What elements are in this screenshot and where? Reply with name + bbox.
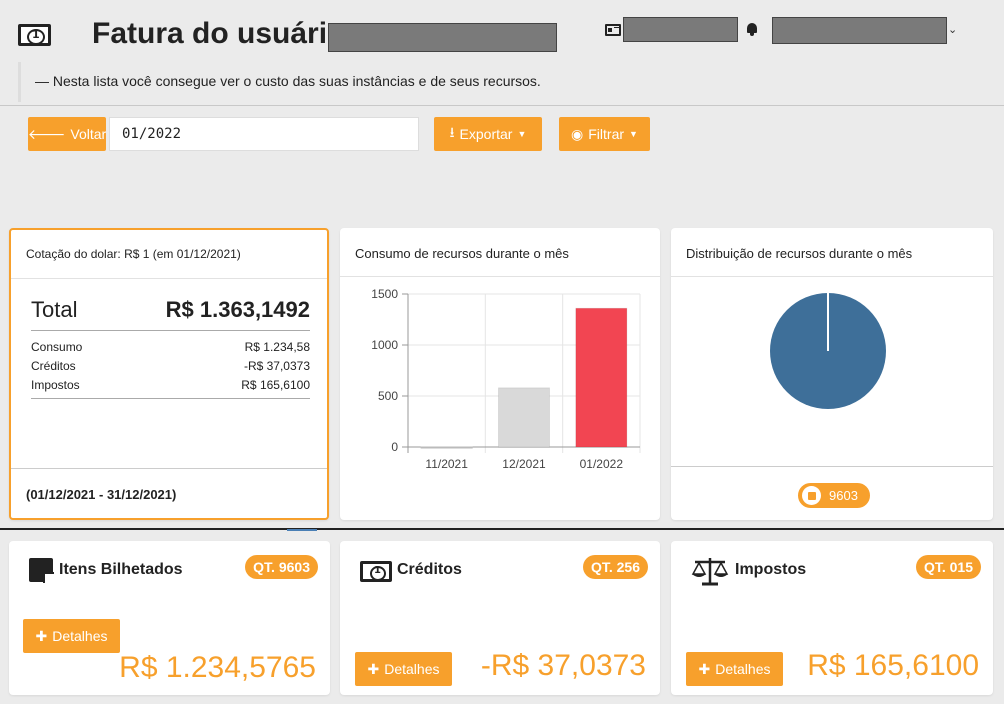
card-amount: R$ 1.234,5765 bbox=[119, 651, 316, 684]
summary-title: Cotação do dolar: R$ 1 (em 01/12/2021) bbox=[11, 230, 327, 279]
note-icon bbox=[29, 558, 54, 583]
pie-legend-badge[interactable]: 9603 bbox=[798, 483, 870, 508]
caret-down-icon: ▼ bbox=[517, 129, 527, 139]
globe-icon: ◉ bbox=[571, 125, 584, 142]
pie-footer-divider bbox=[671, 466, 993, 467]
plus-icon: ✚ bbox=[698, 660, 711, 677]
bell-icon[interactable] bbox=[746, 22, 758, 36]
total-label: Total bbox=[31, 297, 78, 322]
download-icon: ⭳ bbox=[449, 124, 455, 140]
plus-icon: ✚ bbox=[367, 660, 380, 677]
filter-button-label: Filtrar bbox=[588, 126, 625, 142]
summary-row-label: Créditos bbox=[31, 359, 76, 373]
summary-divider bbox=[31, 398, 310, 399]
summary-row-impostos: Impostos R$ 165,6100 bbox=[31, 378, 310, 392]
card-title: Créditos bbox=[397, 561, 462, 578]
filter-button[interactable]: ◉ Filtrar ▼ bbox=[559, 117, 650, 151]
card-impostos: Impostos QT. 015 ✚ Detalhes R$ 165,6100 bbox=[671, 541, 993, 695]
card-title: Impostos bbox=[735, 561, 807, 578]
summary-row-label: Consumo bbox=[31, 340, 83, 354]
consumption-chart-panel: Consumo de recursos durante o mês 0 500 10… bbox=[340, 228, 660, 520]
export-button[interactable]: ⭳ Exportar ▼ bbox=[434, 117, 542, 151]
balance-scale-icon bbox=[691, 558, 729, 586]
x-tick-label: 11/2021 bbox=[425, 457, 468, 471]
x-tick-label: 01/2022 bbox=[580, 457, 624, 471]
consumption-bar-chart: 0 500 1000 1500 11/2021 12/2021 01/2022 bbox=[371, 287, 641, 471]
summary-row-value: -R$ 37,0373 bbox=[243, 359, 310, 373]
total-value: R$ 1.363,1492 bbox=[165, 297, 310, 322]
details-button-label: Detalhes bbox=[715, 661, 771, 677]
redacted-account[interactable] bbox=[623, 17, 738, 42]
plus-icon: ✚ bbox=[35, 627, 48, 644]
header: Fatura do usuário ⌄ — Nesta lista você c… bbox=[0, 0, 1004, 106]
card-itens-bilhetados: Itens Bilhetados QT. 9603 ✚ Detalhes R$ … bbox=[9, 541, 330, 695]
summary-row-value: R$ 1.234,58 bbox=[244, 340, 310, 354]
chevron-down-icon[interactable]: ⌄ bbox=[948, 23, 957, 36]
summary-panel: Cotação do dolar: R$ 1 (em 01/12/2021) T… bbox=[9, 228, 329, 520]
back-button-label: Voltar bbox=[70, 126, 107, 142]
quantity-badge: QT. 9603 bbox=[245, 555, 318, 579]
distribution-chart-title: Distribuição de recursos durante o mês bbox=[671, 228, 993, 277]
money-icon bbox=[360, 561, 392, 582]
page-subtitle: — Nesta lista você consegue ver o custo … bbox=[35, 73, 541, 89]
total-row: Total R$ 1.363,1492 bbox=[31, 297, 310, 331]
summary-row-label: Impostos bbox=[31, 378, 80, 392]
distribution-pie-chart bbox=[770, 293, 886, 409]
y-tick-label: 1000 bbox=[371, 338, 398, 352]
money-bill-icon bbox=[18, 24, 51, 46]
bar bbox=[420, 446, 473, 449]
summary-row-consumo: Consumo R$ 1.234,58 bbox=[31, 340, 310, 354]
divider-accent bbox=[287, 529, 317, 531]
quantity-badge: QT. 256 bbox=[582, 555, 648, 579]
pie-legend-label: 9603 bbox=[829, 488, 858, 503]
card-amount: R$ 165,6100 bbox=[807, 649, 979, 682]
card-creditos: Créditos QT. 256 ✚ Detalhes -R$ 37,0373 bbox=[340, 541, 660, 695]
x-tick-label: 12/2021 bbox=[502, 457, 546, 471]
y-tick-label: 500 bbox=[378, 389, 398, 403]
summary-period: (01/12/2021 - 31/12/2021) bbox=[11, 468, 327, 520]
details-button[interactable]: ✚ Detalhes bbox=[355, 652, 452, 686]
details-button-label: Detalhes bbox=[52, 628, 108, 644]
back-button[interactable]: 🡐 Voltar bbox=[28, 117, 106, 151]
bar bbox=[575, 307, 628, 448]
details-button-label: Detalhes bbox=[384, 661, 440, 677]
quantity-badge: QT. 015 bbox=[915, 555, 981, 579]
id-card-icon[interactable] bbox=[605, 24, 621, 36]
caret-down-icon: ▼ bbox=[629, 129, 638, 139]
section-divider bbox=[0, 528, 1004, 530]
bar bbox=[497, 387, 551, 448]
distribution-chart-panel: Distribuição de recursos durante o mês 9… bbox=[671, 228, 993, 520]
page-title: Fatura do usuário bbox=[92, 17, 346, 50]
card-title: Itens Bilhetados bbox=[59, 561, 183, 578]
details-button[interactable]: ✚ Detalhes bbox=[23, 619, 120, 653]
redacted-user-menu[interactable] bbox=[772, 17, 947, 44]
square-icon bbox=[802, 486, 821, 505]
period-input[interactable]: 01/2022 bbox=[109, 117, 419, 151]
redacted-username bbox=[328, 23, 557, 52]
summary-row-creditos: Créditos -R$ 37,0373 bbox=[31, 359, 310, 373]
consumption-chart-title: Consumo de recursos durante o mês bbox=[340, 228, 660, 277]
summary-row-value: R$ 165,6100 bbox=[241, 378, 310, 392]
details-button[interactable]: ✚ Detalhes bbox=[686, 652, 783, 686]
export-button-label: Exportar bbox=[459, 126, 513, 142]
y-tick-label: 0 bbox=[391, 440, 398, 454]
subtitle-bar: — Nesta lista você consegue ver o custo … bbox=[18, 62, 1004, 102]
y-tick-label: 1500 bbox=[371, 287, 398, 301]
card-amount: -R$ 37,0373 bbox=[480, 649, 646, 682]
arrow-left-icon: 🡐 bbox=[27, 125, 66, 142]
